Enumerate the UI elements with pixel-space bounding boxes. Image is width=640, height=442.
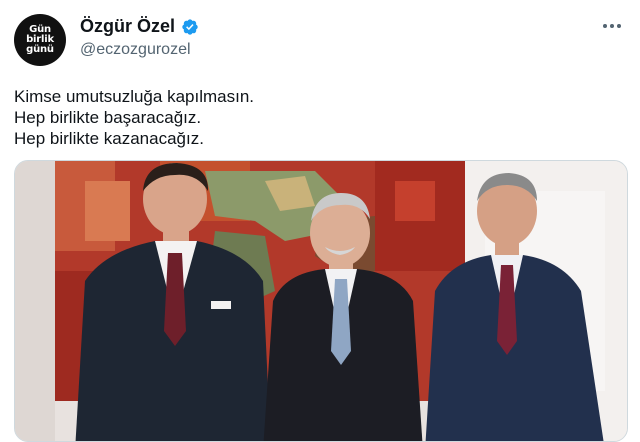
photo-three-men-in-suits	[15, 161, 627, 441]
tweet-text-line: Hep birlikte kazanacağız.	[14, 129, 204, 148]
author-name-row: Özgür Özel	[80, 16, 199, 37]
avatar-text-line: günü	[26, 44, 54, 55]
tweet-photo[interactable]	[14, 160, 628, 442]
verified-badge-icon	[182, 18, 198, 35]
more-dot	[617, 24, 621, 28]
author-handle[interactable]: @eczozgurozel	[80, 41, 191, 59]
author-display-name[interactable]: Özgür Özel	[80, 16, 175, 37]
more-dot	[603, 24, 607, 28]
tweet-text-line: Kimse umutsuzluğa kapılmasın.	[14, 87, 254, 106]
tweet-card: Gün birlik günü Özgür Özel @eczozgurozel…	[0, 0, 640, 442]
more-horizontal-icon[interactable]	[598, 16, 626, 36]
more-dot	[610, 24, 614, 28]
tweet-text-line: Hep birlikte başaracağız.	[14, 108, 202, 127]
avatar[interactable]: Gün birlik günü	[14, 14, 66, 66]
tweet-text: Kimse umutsuzluğa kapılmasın. Hep birlik…	[14, 86, 614, 149]
